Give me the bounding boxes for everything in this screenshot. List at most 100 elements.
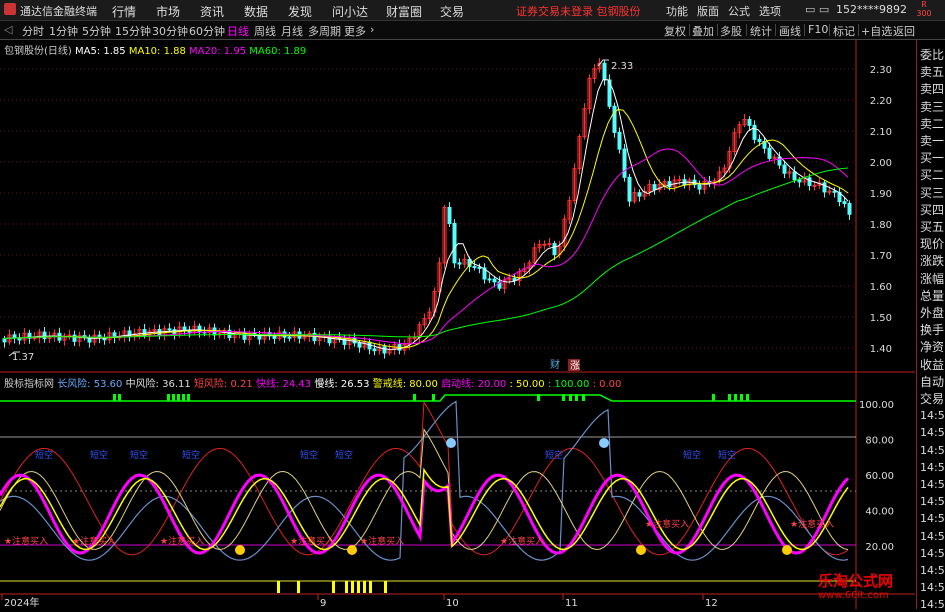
menu-formula[interactable]: 公式: [728, 3, 750, 19]
candle-body: [382, 346, 387, 354]
side-panel-item[interactable]: 14:56: [920, 409, 945, 423]
tool-fuquan[interactable]: 复权: [664, 23, 686, 39]
menu-discover[interactable]: 发现: [288, 3, 312, 20]
side-panel-item[interactable]: 交易: [920, 392, 944, 406]
collapse-icon[interactable]: ◁: [4, 23, 12, 36]
menu-trade[interactable]: 交易: [440, 3, 464, 20]
login-warning[interactable]: 证券交易未登录 包钢股份: [516, 3, 641, 19]
candle-body: [752, 124, 757, 140]
period-60min[interactable]: 60分钟: [189, 23, 225, 39]
period-5min[interactable]: 5分钟: [82, 23, 111, 39]
side-panel-item[interactable]: 14:56: [920, 581, 945, 595]
side-panel-item[interactable]: 买三: [920, 186, 944, 200]
yellow-signal-bar: [351, 581, 354, 593]
side-panel-item[interactable]: 卖五: [920, 65, 944, 79]
side-panel-item[interactable]: 委比: [920, 48, 944, 62]
side-panel-item[interactable]: 14:56: [920, 478, 945, 492]
side-panel-item[interactable]: 涨跌: [920, 254, 944, 268]
side-panel-item[interactable]: 外盘: [920, 306, 944, 320]
period-15min[interactable]: 15分钟: [115, 23, 151, 39]
side-panel-item[interactable]: 14:56: [920, 547, 945, 561]
menu-options[interactable]: 选项: [759, 3, 781, 19]
menu-ask[interactable]: 问小达: [332, 3, 368, 20]
side-panel-item[interactable]: 买一: [920, 151, 944, 165]
period-multi[interactable]: 多周期: [308, 23, 341, 39]
kline-chart[interactable]: 2.30 2.20 2.10 2.00 1.90 1.80 1.70 1.60 1.50 1.40…: [0, 40, 915, 609]
chevron-right-icon[interactable]: ›: [370, 23, 374, 36]
tool-mark[interactable]: 标记: [833, 23, 855, 39]
date-axis-label: 9: [320, 598, 326, 609]
sell-signal-label: 短空: [90, 449, 108, 461]
side-panel-item[interactable]: 卖二: [920, 117, 944, 131]
window-controls-icon[interactable]: ▭ ▭: [805, 3, 829, 16]
signal-bar: [569, 394, 572, 401]
side-panel-item[interactable]: 净资: [920, 340, 944, 354]
event-mark-finance[interactable]: 财: [550, 358, 560, 371]
tool-back[interactable]: 返回: [893, 23, 915, 39]
ma60-value: MA60: 1.89: [249, 46, 307, 57]
side-panel-item[interactable]: 买四: [920, 203, 944, 217]
side-panel-item[interactable]: 14:56: [920, 598, 945, 612]
divider: [746, 24, 747, 36]
side-panel-item[interactable]: 14:56: [920, 444, 945, 458]
tool-multi-stock[interactable]: 多股: [720, 23, 742, 39]
menu-quotes[interactable]: 行情: [112, 3, 136, 20]
menu-data[interactable]: 数据: [244, 3, 268, 20]
divider: [689, 24, 690, 36]
period-daily[interactable]: 日线: [227, 23, 249, 39]
period-weekly[interactable]: 周线: [254, 23, 276, 39]
tool-draw[interactable]: 画线: [779, 23, 801, 39]
user-id[interactable]: 152****9892: [836, 3, 907, 16]
smile-icon: [235, 545, 245, 555]
side-panel-item[interactable]: 现价: [920, 237, 944, 251]
side-panel-item[interactable]: 涨幅: [920, 272, 944, 286]
level-100: : 100.00: [547, 379, 590, 390]
candle-body: [472, 266, 477, 269]
side-panel-item[interactable]: 收益: [920, 358, 944, 372]
side-panel-item[interactable]: 14:56: [920, 461, 945, 475]
period-monthly[interactable]: 月线: [281, 23, 303, 39]
side-panel-item[interactable]: 总量: [920, 289, 944, 303]
event-mark-rise[interactable]: 涨: [570, 360, 580, 372]
buy-signal-label: ★注意买入: [290, 535, 334, 547]
menu-wealth[interactable]: 财富圈: [386, 3, 422, 20]
menu-function[interactable]: 功能: [666, 3, 688, 19]
indicator-name[interactable]: 股标指标网: [4, 379, 54, 390]
side-panel-item[interactable]: 14:56: [920, 564, 945, 578]
side-panel-item[interactable]: 卖一: [920, 134, 944, 148]
menu-news[interactable]: 资讯: [200, 3, 224, 20]
side-panel-item[interactable]: 自动: [920, 375, 944, 389]
period-30min[interactable]: 30分钟: [152, 23, 188, 39]
fast-line: 快线: 24.43: [255, 379, 312, 390]
tool-add-watchlist[interactable]: +自选: [861, 23, 892, 39]
side-panel-item[interactable]: 卖四: [920, 82, 944, 96]
candle-body: [477, 266, 482, 269]
side-panel-item[interactable]: 换手: [920, 323, 944, 337]
side-panel-item[interactable]: 14:56: [920, 426, 945, 440]
signal-bar: [537, 394, 540, 401]
candle-body: [357, 342, 362, 348]
period-tick[interactable]: 分时: [22, 23, 44, 39]
candle-body: [552, 243, 557, 256]
side-panel-item[interactable]: 14:56: [920, 530, 945, 544]
yellow-signal-bar: [277, 581, 280, 593]
tool-f10[interactable]: F10: [808, 23, 828, 36]
start-line: 启动线: 20.00: [441, 379, 507, 390]
menu-market[interactable]: 市场: [156, 3, 180, 20]
candle-body: [32, 337, 37, 340]
menu-layout[interactable]: 版面: [697, 3, 719, 19]
buy-signal-label: ★注意买入: [500, 535, 544, 547]
side-panel-item[interactable]: 买二: [920, 168, 944, 182]
side-panel-item[interactable]: 14:56: [920, 495, 945, 509]
tool-overlay[interactable]: 叠加: [692, 23, 714, 39]
side-panel-item[interactable]: 卖三: [920, 100, 944, 114]
side-panel-item[interactable]: 买五: [920, 220, 944, 234]
side-panel-item[interactable]: 14:56: [920, 512, 945, 526]
period-1min[interactable]: 1分钟: [49, 23, 78, 39]
period-more[interactable]: 更多: [344, 23, 366, 39]
title-bar: 通达信金融终端 行情 市场 资讯 数据 发现 问小达 财富圈 交易 证券交易未登…: [0, 0, 945, 21]
tool-stats[interactable]: 统计: [750, 23, 772, 39]
date-axis-label: 12: [705, 598, 718, 609]
mid-risk: 中风险: 36.11: [125, 379, 191, 390]
candle-body: [757, 138, 762, 142]
